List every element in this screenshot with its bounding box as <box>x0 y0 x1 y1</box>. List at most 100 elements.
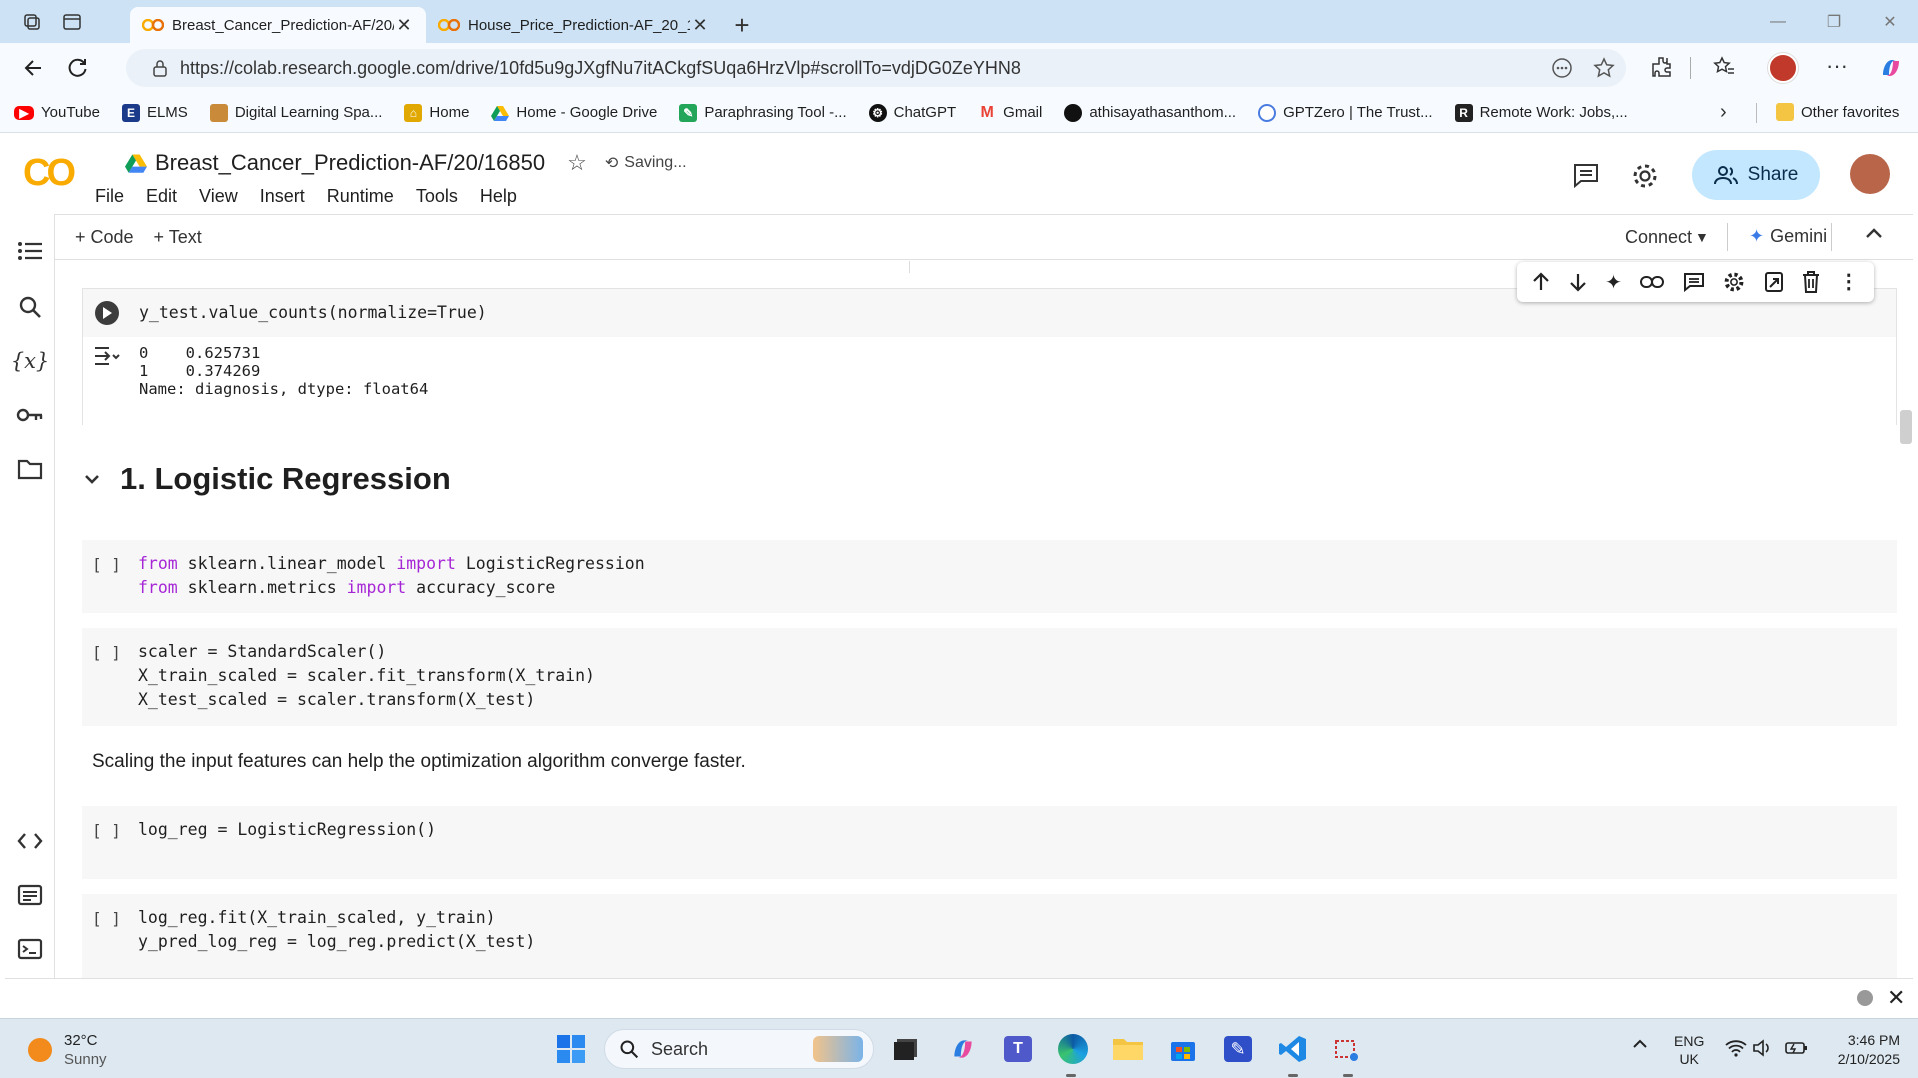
colab-logo[interactable]: CO <box>23 152 76 195</box>
cell-settings-gear-icon[interactable] <box>1723 271 1745 293</box>
cell-run-bracket[interactable]: [ ] <box>92 909 121 928</box>
comment-icon[interactable] <box>1683 272 1705 292</box>
collapse-section-chevron-icon[interactable] <box>84 474 100 484</box>
bookmark-elms[interactable]: E ELMS <box>121 103 188 122</box>
bookmark-paraphrasing[interactable]: ✎ Paraphrasing Tool -... <box>679 103 847 122</box>
minimize-icon[interactable]: — <box>1750 0 1806 43</box>
connect-button[interactable]: Connect <box>1625 227 1692 248</box>
variables-icon[interactable]: {x} <box>11 346 50 376</box>
secrets-key-icon[interactable] <box>15 400 45 430</box>
move-cell-up-icon[interactable] <box>1532 272 1550 292</box>
site-info-icon[interactable] <box>140 59 180 77</box>
cell-code[interactable]: from sklearn.linear_model import Logisti… <box>138 552 645 600</box>
mirror-cell-icon[interactable] <box>1764 271 1784 293</box>
new-tab-button[interactable]: + <box>722 7 762 43</box>
extensions-icon[interactable] <box>1650 55 1674 79</box>
volume-icon[interactable] <box>1752 1039 1772 1057</box>
collapse-header-icon[interactable] <box>1865 227 1883 239</box>
weather-widget[interactable]: 32°C Sunny <box>28 1031 107 1069</box>
back-arrow-icon[interactable] <box>12 46 56 90</box>
microsoft-store-icon[interactable] <box>1163 1029 1203 1069</box>
wifi-icon[interactable] <box>1725 1039 1747 1057</box>
code-snippets-icon[interactable] <box>15 826 45 856</box>
reading-mode-icon[interactable] <box>1542 57 1582 79</box>
tab-house-price[interactable]: House_Price_Prediction-AF_20_16 ✕ <box>426 7 722 43</box>
tab-breast-cancer[interactable]: Breast_Cancer_Prediction-AF/20/1 ✕ <box>130 7 426 43</box>
teams-icon[interactable]: T <box>998 1029 1038 1069</box>
workspaces-icon[interactable] <box>12 0 52 43</box>
link-icon[interactable] <box>1640 275 1665 289</box>
bookmark-google-drive[interactable]: Home - Google Drive <box>491 104 657 122</box>
code-cell-value-counts[interactable]: y_test.value_counts(normalize=True) 0 0.… <box>82 288 1897 425</box>
delete-cell-icon[interactable] <box>1802 271 1820 293</box>
vscode-icon[interactable] <box>1273 1029 1313 1069</box>
favorites-icon[interactable] <box>1712 55 1736 79</box>
refresh-icon[interactable] <box>56 46 100 90</box>
bookmark-gmail[interactable]: M Gmail <box>978 104 1042 122</box>
gemini-sparkle-icon[interactable]: ✦ <box>1605 270 1622 295</box>
comments-icon[interactable] <box>1572 162 1600 188</box>
copilot-app-icon[interactable] <box>943 1029 983 1069</box>
menu-view[interactable]: View <box>199 186 238 207</box>
cell-code[interactable]: scaler = StandardScaler() X_train_scaled … <box>138 640 595 712</box>
show-hidden-icons-chevron-icon[interactable] <box>1632 1039 1648 1049</box>
close-tab-icon[interactable]: ✕ <box>690 15 710 36</box>
copilot-icon[interactable] <box>1878 55 1904 81</box>
profile-avatar[interactable] <box>1768 53 1798 83</box>
bookmark-chatgpt[interactable]: ⚙ ChatGPT <box>868 103 956 122</box>
cell-run-bracket[interactable]: [ ] <box>92 821 121 840</box>
language-indicator[interactable]: ENG UK <box>1674 1032 1704 1068</box>
bookmark-digital-learning[interactable]: Digital Learning Spa... <box>209 103 382 122</box>
more-options-icon[interactable]: ··· <box>1826 53 1848 79</box>
other-favorites[interactable]: Other favorites <box>1776 103 1899 121</box>
menu-file[interactable]: File <box>95 186 124 207</box>
menu-insert[interactable]: Insert <box>260 186 305 207</box>
account-avatar[interactable] <box>1850 154 1890 194</box>
notebook-title[interactable]: Breast_Cancer_Prediction-AF/20/16850 <box>155 150 545 176</box>
bookmark-gptzero[interactable]: GPTZero | The Trust... <box>1258 103 1433 122</box>
search-icon[interactable] <box>15 292 45 322</box>
code-cell-imports[interactable]: [ ] from sklearn.linear_model import Log… <box>82 540 1897 613</box>
more-cell-actions-icon[interactable]: ⋮ <box>1839 272 1859 292</box>
bookmark-youtube[interactable]: ▶ YouTube <box>14 104 100 121</box>
task-view-icon[interactable] <box>886 1029 926 1069</box>
taskbar-search[interactable]: Search <box>604 1029 874 1069</box>
bookmark-github[interactable]: athisayathasanthom... <box>1064 103 1236 122</box>
code-cell-logreg-fit[interactable]: [ ] log_reg.fit(X_train_scaled, y_train)… <box>82 894 1897 979</box>
menu-help[interactable]: Help <box>480 186 517 207</box>
code-cell-scaler[interactable]: [ ] scaler = StandardScaler() X_train_sca… <box>82 628 1897 726</box>
cell-code[interactable]: log_reg.fit(X_train_scaled, y_train) y_pr… <box>138 906 535 954</box>
star-icon[interactable]: ☆ <box>567 150 587 176</box>
whiteboard-app-icon[interactable]: ✎ <box>1218 1029 1258 1069</box>
connect-dropdown-icon[interactable]: ▼ <box>1695 229 1709 245</box>
file-explorer-icon[interactable] <box>1108 1029 1148 1069</box>
chevron-right-icon[interactable]: › <box>1720 101 1727 124</box>
close-footer-icon[interactable]: ✕ <box>1887 985 1905 1011</box>
clock[interactable]: 3:46 PM 2/10/2025 <box>1824 1031 1900 1069</box>
menu-edit[interactable]: Edit <box>146 186 177 207</box>
cell-code[interactable]: y_test.value_counts(normalize=True) <box>139 301 487 325</box>
cell-code[interactable]: log_reg = LogisticRegression() <box>138 818 436 842</box>
command-palette-icon[interactable] <box>15 880 45 910</box>
menu-runtime[interactable]: Runtime <box>327 186 394 207</box>
url-field[interactable]: https://colab.research.google.com/drive/… <box>126 49 1626 87</box>
menu-tools[interactable]: Tools <box>416 186 458 207</box>
output-actions-icon[interactable] <box>93 345 121 367</box>
share-button[interactable]: Share <box>1692 150 1820 200</box>
terminal-icon[interactable] <box>15 934 45 964</box>
snipping-tool-icon[interactable] <box>1328 1029 1368 1069</box>
battery-icon[interactable] <box>1785 1040 1809 1056</box>
move-cell-down-icon[interactable] <box>1569 272 1587 292</box>
code-cell-logreg-init[interactable]: [ ] log_reg = LogisticRegression() <box>82 806 1897 879</box>
text-cell[interactable]: Scaling the input features can help the … <box>92 751 746 773</box>
windows-start-icon[interactable] <box>551 1029 591 1069</box>
run-cell-button[interactable] <box>95 301 119 325</box>
scrollbar-thumb[interactable] <box>1900 410 1912 444</box>
add-code-button[interactable]: + Code <box>75 227 134 248</box>
files-folder-icon[interactable] <box>15 454 45 484</box>
gemini-button[interactable]: ✦ Gemini <box>1749 226 1827 247</box>
add-text-button[interactable]: + Text <box>154 227 202 248</box>
favorite-star-icon[interactable] <box>1582 57 1626 79</box>
bookmark-home[interactable]: ⌂ Home <box>404 103 469 122</box>
table-of-contents-icon[interactable] <box>15 236 45 266</box>
